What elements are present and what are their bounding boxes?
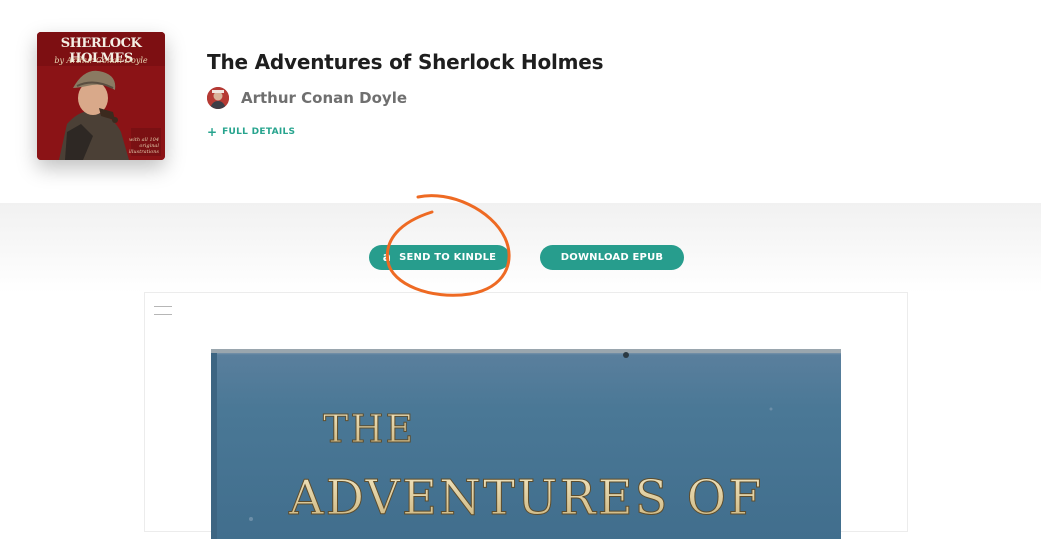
author-row[interactable]: Arthur Conan Doyle bbox=[207, 87, 407, 109]
author-avatar[interactable] bbox=[207, 87, 229, 109]
author-avatar-image bbox=[207, 87, 229, 109]
full-details-link[interactable]: + FULL DETAILS bbox=[207, 125, 295, 139]
cover-thumb-note: with all 104 original illustrations bbox=[128, 137, 159, 155]
book-cover-thumbnail: SHERLOCK HOLMES by Arthur Conan Doyle wi… bbox=[37, 32, 165, 160]
cover-words-adventures: ADVENTURES OF bbox=[288, 470, 763, 526]
book-cover-page: THE ADVENTURES OF bbox=[211, 349, 841, 539]
amazon-icon: a bbox=[382, 249, 392, 264]
send-to-kindle-button[interactable]: a SEND TO KINDLE bbox=[369, 245, 510, 270]
download-epub-button[interactable]: DOWNLOAD EPUB bbox=[540, 245, 684, 270]
author-name[interactable]: Arthur Conan Doyle bbox=[241, 89, 407, 107]
send-to-kindle-label: SEND TO KINDLE bbox=[399, 252, 497, 263]
full-details-label: FULL DETAILS bbox=[222, 127, 296, 137]
hamburger-menu-icon[interactable] bbox=[154, 306, 172, 316]
cover-page-artwork: THE ADVENTURES OF bbox=[211, 349, 841, 539]
plus-icon: + bbox=[207, 125, 218, 139]
download-epub-label: DOWNLOAD EPUB bbox=[560, 252, 664, 263]
book-title: The Adventures of Sherlock Holmes bbox=[207, 50, 604, 74]
cover-word-the: THE bbox=[323, 407, 415, 451]
cover-thumb-author: by Arthur Conan Doyle bbox=[54, 56, 148, 65]
